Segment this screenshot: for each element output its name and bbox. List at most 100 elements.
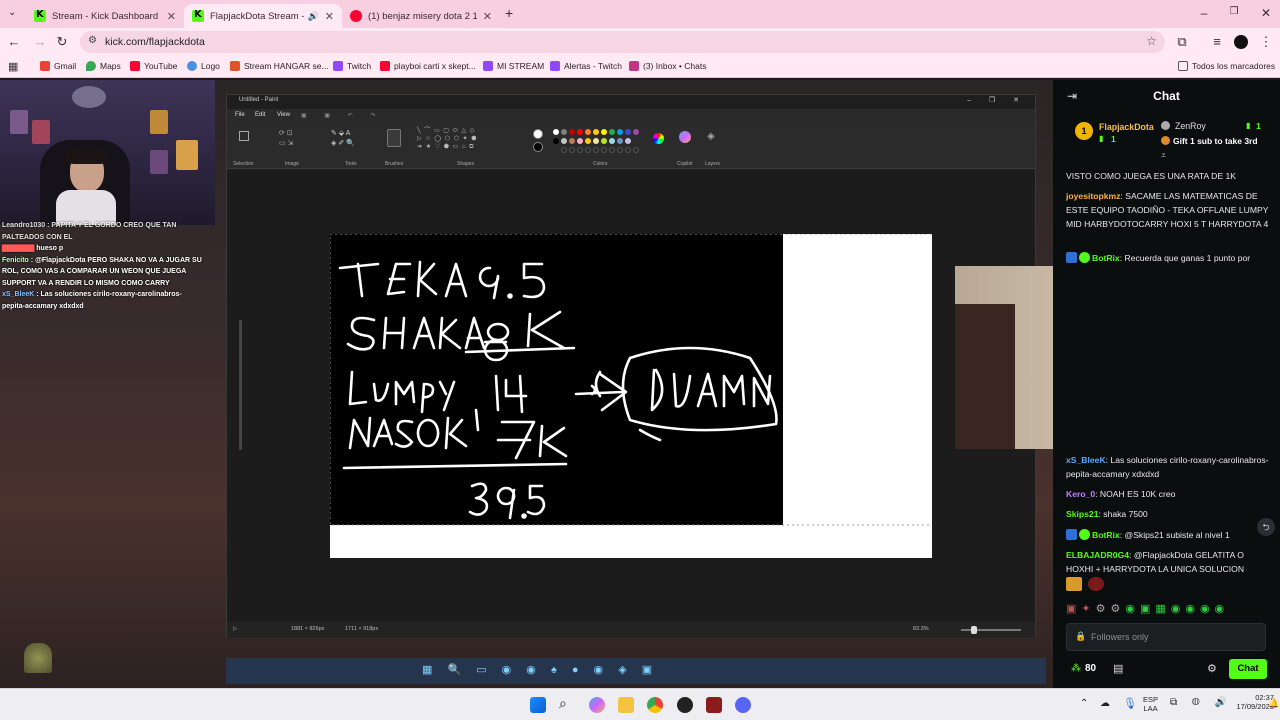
profile-avatar[interactable] <box>1234 35 1248 49</box>
speaker-icon[interactable]: 🔊 <box>308 11 319 22</box>
ribbon-group-label: Image <box>285 161 299 167</box>
bookmark-stream-hangar[interactable]: Stream HANGAR se... <box>230 61 329 71</box>
bookmark-alertas-twitch[interactable]: Alertas - Twitch <box>550 61 622 71</box>
overlay-chat-line: ▇▇▇▇▇▇ hueso p <box>2 245 64 252</box>
tab-title: FlapjackDota Stream - Watc <box>210 10 304 22</box>
bookmark-label: Twitch <box>347 61 372 71</box>
chat-username[interactable]: Skips21 <box>1066 509 1099 519</box>
send-chat-button[interactable]: Chat <box>1229 659 1267 679</box>
stream-overlay-chat: Leandro1030 : PAPITA Y EL GORDO CREO QUE… <box>2 220 202 312</box>
taskbar-app-icons: ▦ 🔍 ▭ ◉ ◉ ♠ ● ◉ ◈ ▣ <box>422 664 659 676</box>
emote-picker-bar[interactable]: ▣✦⚙⚙◉▣▦◉◉◉◉ <box>1066 602 1271 616</box>
tab-flapjackdota-stream[interactable]: FlapjackDota Stream - Watc 🔊 ✕ <box>184 4 342 28</box>
extensions-icon[interactable]: ⧉ <box>1174 34 1190 50</box>
top-gifter-name[interactable]: FlapjackDota <box>1099 122 1154 132</box>
scroll-to-bottom-icon[interactable]: ⮌ <box>1257 518 1275 536</box>
site-info-icon[interactable]: ⚙ <box>88 35 97 46</box>
chat-input-followers-only[interactable]: 🔒 Followers only <box>1066 623 1266 651</box>
chat-message: joyesitopkmz: SACAME LAS MATEMATICAS DE … <box>1066 190 1271 231</box>
paint-menu-edit: Edit <box>255 112 266 118</box>
media-control-icon[interactable]: ≡ <box>1209 34 1225 49</box>
menu-kebab-icon[interactable]: ⋮ <box>1258 34 1274 50</box>
close-tab-icon[interactable]: ✕ <box>483 10 492 23</box>
bookmark-twitch[interactable]: Twitch <box>333 61 371 71</box>
search-icon[interactable]: ⌕ <box>559 695 575 711</box>
discord-icon[interactable] <box>735 697 751 713</box>
selection-tool-icon <box>239 131 249 141</box>
expand-leaderboard-icon[interactable]: ⩡ <box>1161 150 1166 161</box>
bookmark-star-icon[interactable]: ☆ <box>1146 34 1157 48</box>
palette-empty-swatch <box>585 147 591 153</box>
restore-icon[interactable]: ❐ <box>1226 6 1242 17</box>
chat-settings-gear-icon[interactable]: ⚙ <box>1207 662 1217 675</box>
language-indicator[interactable]: ESP LAA <box>1143 695 1158 713</box>
leaderboard-icon[interactable]: ▤ <box>1113 662 1123 675</box>
palette-swatch <box>553 138 559 144</box>
bookmark-logo[interactable]: Logo <box>187 61 220 71</box>
shapes-gallery: ╲ ⌒ ▭ ▢ ⬭ △ ◇ ▷ ☆ ◯ ⬠ ⬡ ✦ ⬢ ➔ ★ ♡ ⬟ ▭ ⌂ ⧉ <box>417 128 478 150</box>
close-tab-icon[interactable]: ✕ <box>167 10 176 23</box>
bookmark-label: MI STREAM <box>497 61 545 71</box>
bookmark-playboi-carti[interactable]: playboi carti x skept... <box>380 61 476 71</box>
ceiling-lamp <box>72 86 106 108</box>
paint-window-controls: – ❐ ✕ <box>967 97 1027 104</box>
palette-empty-swatch <box>633 147 639 153</box>
address-bar[interactable]: ⚙ kick.com/flapjackdota ☆ <box>80 31 1165 53</box>
chat-username[interactable]: BotRix <box>1092 253 1120 263</box>
notification-bell-icon[interactable]: 🔔 <box>1268 698 1279 709</box>
palette-swatch <box>625 129 631 135</box>
chat-username[interactable]: joyesitopkmz <box>1066 191 1120 201</box>
chat-panel: ⇥ Chat 1 FlapjackDota ▮ 1 ZenRoy ▮ 1 Gif… <box>1053 80 1280 688</box>
new-tab-button[interactable]: + <box>505 5 513 21</box>
close-tab-icon[interactable]: ✕ <box>325 10 334 23</box>
back-icon[interactable]: ← <box>6 34 22 49</box>
network-volume-battery-icons[interactable]: ⧉ ◍ 🔊 <box>1170 697 1233 708</box>
user-icon <box>1161 121 1170 130</box>
stream-video-player[interactable]: Leandro1030 : PAPITA Y EL GORDO CREO QUE… <box>0 80 1053 688</box>
channel-points-count[interactable]: 80 <box>1085 663 1096 674</box>
close-window-icon[interactable]: ✕ <box>1258 6 1274 20</box>
chat-message: BotRix: Recuerda que ganas 1 punto por <box>1066 252 1271 266</box>
second-gifter-name[interactable]: ZenRoy <box>1175 121 1206 131</box>
tab-kick-dashboard[interactable]: Stream - Kick Dashboard ✕ <box>26 4 184 28</box>
chat-username[interactable]: xS_BleeK <box>1066 455 1106 465</box>
apps-grid-icon[interactable]: ▦ <box>8 60 18 73</box>
bot-badge-icon <box>1066 252 1077 263</box>
cloud-icon[interactable]: ☁ <box>1100 698 1110 709</box>
emote-icon <box>1088 577 1105 591</box>
minimize-icon[interactable]: – <box>1196 6 1212 20</box>
all-bookmarks-folder[interactable]: Todos los marcadores <box>1178 61 1275 71</box>
palette-swatch <box>585 138 591 144</box>
bookmark-mi-stream[interactable]: MI STREAM <box>483 61 544 71</box>
overlay-chat-line: Fenicito : @FlapjackDota PERO SHAKA NO V… <box>2 255 202 290</box>
tab-youtube-video[interactable]: (1) benjaz misery dota 2 11k - Y ✕ <box>342 4 500 28</box>
tray-chevron-icon[interactable]: ⌃ <box>1080 698 1088 709</box>
app-icon[interactable] <box>706 697 722 713</box>
microphone-icon[interactable]: 🎙 <box>1123 697 1137 710</box>
palette-empty-swatch <box>609 147 615 153</box>
windows-taskbar: ⌕ ⌃ ☁ 🎙 ESP LAA ⧉ ◍ 🔊 02:37 17/09/2025 🔔 <box>0 688 1280 720</box>
gift-sub-cta[interactable]: Gift 1 sub to take 3rd <box>1173 136 1258 146</box>
bookmark-label: Gmail <box>54 61 77 71</box>
chrome-icon[interactable] <box>647 697 663 713</box>
chat-username[interactable]: ELBAJADR0G4 <box>1066 550 1129 560</box>
chat-username[interactable]: Kero_0 <box>1066 489 1095 499</box>
app-icon[interactable] <box>677 697 693 713</box>
windows-start-icon[interactable] <box>530 697 546 713</box>
copilot-icon[interactable] <box>589 697 605 713</box>
bookmark-gmail[interactable]: Gmail <box>40 61 76 71</box>
file-explorer-icon[interactable] <box>618 697 634 713</box>
tab-search-chevron-icon[interactable]: ⌄ <box>8 7 16 18</box>
reload-icon[interactable]: ↻ <box>54 34 70 50</box>
copilot-icon <box>679 131 691 143</box>
palette-swatch <box>601 138 607 144</box>
bookmark-maps[interactable]: Maps <box>86 61 121 71</box>
forward-icon[interactable]: → <box>32 34 48 49</box>
chat-username[interactable]: BotRix <box>1092 530 1120 540</box>
streamer-facecam <box>0 80 215 225</box>
bookmark-youtube[interactable]: YouTube <box>130 61 177 71</box>
paint-quick-icons: ▣ ▣ ↶ ↷ <box>301 113 384 119</box>
chat-message: ELBAJADR0G4: @FlapjackDota GELATITA O HO… <box>1066 549 1271 577</box>
bookmark-instagram-inbox[interactable]: (3) Inbox • Chats <box>629 61 706 71</box>
overlay-chat-line: xS_BleeK : Las soluciones cirilo-roxany-… <box>2 289 202 312</box>
